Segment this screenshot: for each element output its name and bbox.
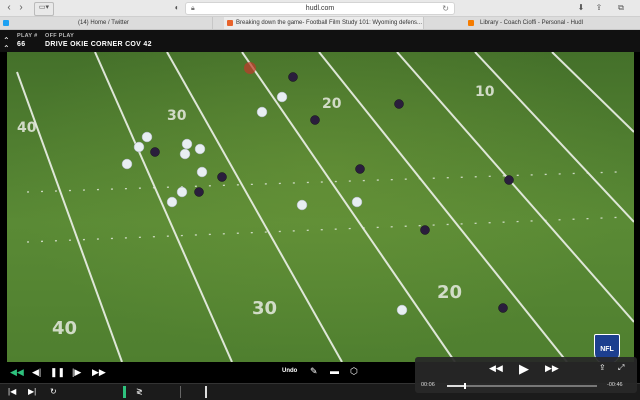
- hash-marks: [26, 171, 628, 243]
- zoom-icon[interactable]: ≷: [136, 387, 143, 397]
- next-clip-icon[interactable]: ▶|: [28, 387, 36, 397]
- progress-knob[interactable]: [464, 383, 466, 389]
- field-drawing: 40 30 20 10 40 30 20: [16, 52, 634, 362]
- yard-numbers: 40 30 20 10 40 30 20: [17, 84, 495, 339]
- yard-number-10-top: 10: [475, 84, 495, 100]
- privacy-shield-icon[interactable]: ◐: [172, 2, 182, 14]
- forward-icon[interactable]: ▶▶: [545, 363, 559, 374]
- url-text: hudl.com: [305, 5, 335, 12]
- pause-icon[interactable]: ❚❚: [50, 367, 65, 377]
- rewind-icon[interactable]: ◀◀: [489, 363, 503, 374]
- collapse-chevron-icon[interactable]: ⌃ ⌃: [3, 37, 10, 53]
- twitter-favicon-icon: [3, 20, 9, 26]
- tab-label: (14) Home / Twitter: [78, 20, 129, 26]
- tabs-overview-icon[interactable]: ⧉: [614, 2, 628, 14]
- yard-number-20-bottom: 20: [437, 282, 462, 303]
- reload-icon[interactable]: ↻: [442, 3, 449, 14]
- yard-number-20-top: 20: [322, 96, 342, 112]
- tab-label: Breaking down the game- Football Film St…: [236, 20, 423, 26]
- download-icon[interactable]: ⬇: [576, 2, 586, 14]
- fullscreen-icon[interactable]: ⤢: [618, 363, 624, 373]
- yard-number-40-top: 40: [17, 120, 37, 136]
- video-mini-controls: ◀◀ ▶ ▶▶ ⇪ ⤢ 00:06 -00:46: [415, 357, 637, 393]
- address-bar[interactable]: 🔒︎ hudl.com ↻: [185, 2, 455, 15]
- off-play-label: OFF PLAY: [45, 33, 75, 39]
- tab-strip: (14) Home / Twitter Breaking down the ga…: [0, 17, 640, 30]
- tab-film-study[interactable]: Breaking down the game- Football Film St…: [224, 17, 424, 29]
- draw-tool-icon[interactable]: ✎: [310, 366, 318, 376]
- current-time: 00:06: [421, 382, 435, 388]
- settings-icon[interactable]: ⬡: [350, 366, 358, 376]
- play-icon[interactable]: ▶: [519, 361, 529, 377]
- blog-favicon-icon: [227, 20, 233, 26]
- remaining-time: -00:46: [607, 382, 623, 388]
- lock-icon: 🔒︎: [191, 5, 195, 12]
- yard-number-40-bottom: 40: [52, 318, 77, 339]
- share-icon[interactable]: ⇪: [594, 2, 604, 14]
- browser-toolbar: ‹ › ▭▾ ◐ 🔒︎ hudl.com ↻ ⬇ ⇪ ⧉: [0, 0, 640, 17]
- frame-forward-icon[interactable]: |▶: [72, 367, 81, 377]
- previous-clip-icon[interactable]: |◀: [8, 387, 16, 397]
- game-video[interactable]: 40 30 20 10 40 30 20 NFL: [7, 52, 634, 362]
- undo-button[interactable]: Undo: [282, 368, 297, 374]
- step-back-icon[interactable]: ◀◀: [10, 367, 24, 377]
- comment-icon[interactable]: ▬: [330, 366, 339, 376]
- tab-hudl-library[interactable]: Library - Coach Cioffi - Personal - Hudl: [452, 17, 640, 29]
- frame-back-icon[interactable]: ◀|: [32, 367, 41, 377]
- play-number-label: PLAY #: [17, 33, 38, 39]
- progress-track[interactable]: [447, 383, 597, 389]
- field-logo-icon: [244, 62, 256, 74]
- progress-fill: [447, 385, 465, 387]
- off-play-value: DRIVE OKIE CORNER COV 42: [45, 41, 152, 48]
- play-info-header: ⌃ ⌃ PLAY # 66 OFF PLAY DRIVE OKIE CORNER …: [0, 30, 640, 53]
- yard-number-30-top: 30: [167, 108, 187, 124]
- yard-number-30-bottom: 30: [252, 298, 277, 319]
- offense-players: [121, 91, 408, 316]
- sidebar-toggle-icon[interactable]: ▭▾: [34, 2, 54, 16]
- forward-icon[interactable]: ›: [16, 2, 26, 14]
- timeline-marker: [123, 386, 126, 398]
- back-icon[interactable]: ‹: [4, 2, 14, 14]
- play-number: 66: [17, 41, 26, 48]
- hudl-favicon-icon: [468, 20, 474, 26]
- share-icon[interactable]: ⇪: [599, 363, 606, 372]
- tab-label: Library - Coach Cioffi - Personal - Hudl: [480, 20, 583, 26]
- tab-twitter[interactable]: (14) Home / Twitter: [0, 17, 213, 29]
- fast-forward-icon[interactable]: ▶▶: [92, 367, 106, 377]
- loop-icon[interactable]: ↻: [50, 387, 57, 397]
- timeline-divider: [180, 386, 181, 398]
- playhead[interactable]: [205, 386, 207, 398]
